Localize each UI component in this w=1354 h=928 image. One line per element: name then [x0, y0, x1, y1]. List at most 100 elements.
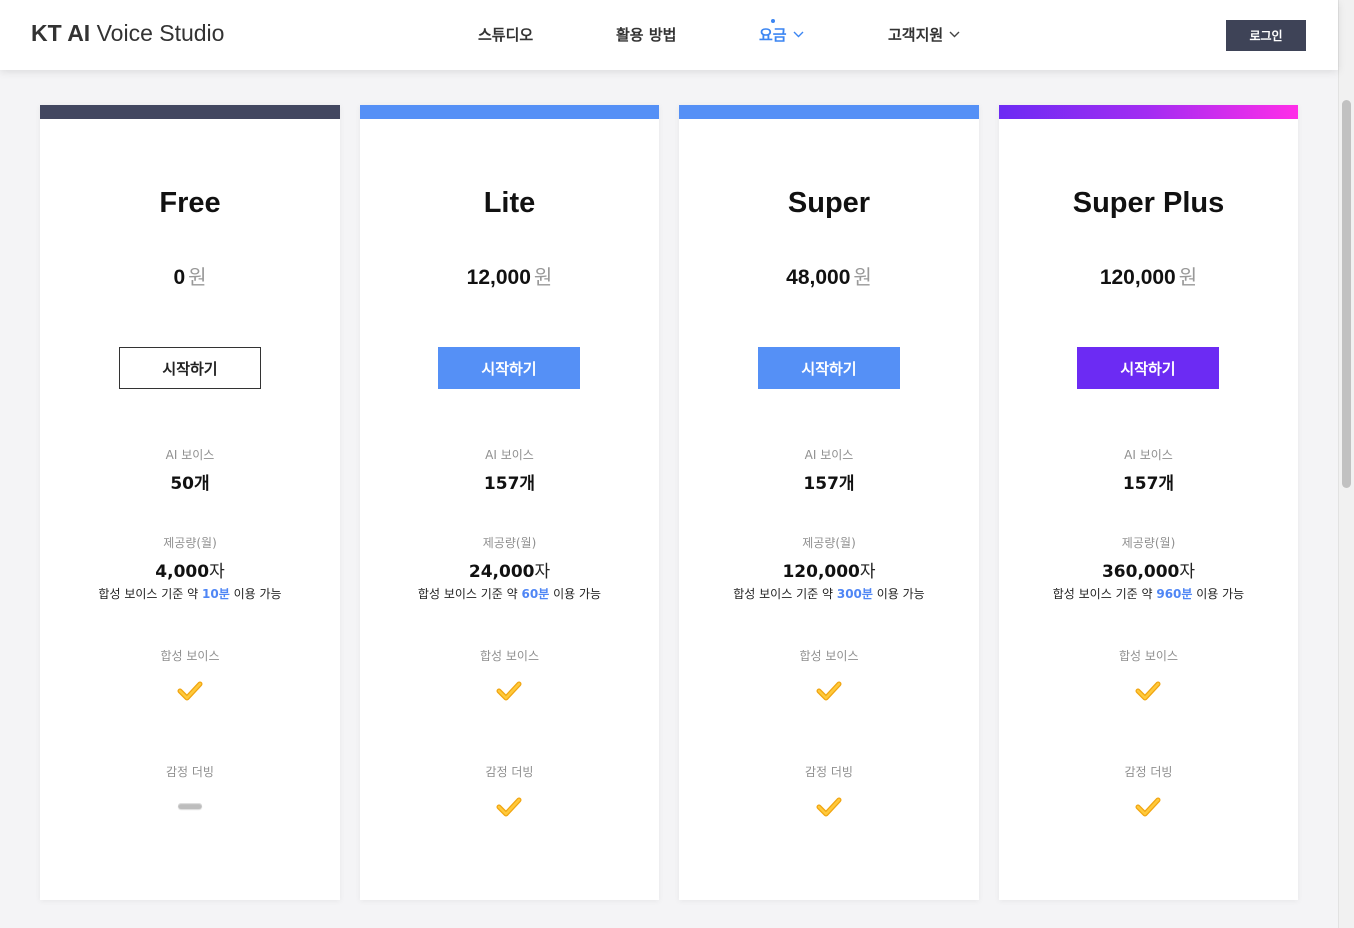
note-minutes: 300분 [836, 587, 873, 601]
check-icon [177, 681, 203, 701]
plan-color-bar [40, 105, 340, 119]
synth-voice-label: 합성 보이스 [1118, 649, 1178, 663]
price-amount: 12,000 [466, 266, 531, 289]
monthly-chars: 24,000자 [360, 557, 659, 582]
nav-item-howto[interactable]: 활용 방법 [616, 24, 676, 45]
note-suffix: 이용 가능 [549, 587, 602, 601]
ai-voice-number: 157 [483, 474, 520, 494]
usage-note: 합성 보이스 기준 약 60분 이용 가능 [360, 585, 659, 602]
scrollbar-thumb[interactable] [1342, 100, 1351, 488]
emotion-dub-label: 감정 더빙 [166, 765, 214, 779]
chevron-down-icon [793, 31, 804, 38]
monthly-label: 제공량(월) [802, 536, 856, 550]
plan-price: 12,000 원 [360, 261, 659, 290]
monthly-chars: 120,000자 [679, 557, 979, 582]
plan-color-bar [999, 105, 1298, 119]
ai-voice-number: 157 [1122, 474, 1159, 494]
start-button[interactable]: 시작하기 [119, 347, 261, 389]
ai-voice-number: 50 [170, 474, 195, 494]
price-currency: 원 [188, 265, 207, 289]
check-icon [496, 797, 522, 817]
price-amount: 48,000 [786, 266, 851, 289]
ai-voice-label: AI 보이스 [804, 448, 854, 462]
emotion-dub-label: 감정 더빙 [1124, 765, 1173, 779]
chars-unit: 자 [534, 562, 551, 582]
page-scrollbar[interactable] [1338, 0, 1354, 928]
note-minutes: 10분 [202, 587, 230, 601]
login-button[interactable]: 로그인 [1226, 20, 1306, 51]
chars-number: 360,000 [1101, 562, 1180, 582]
check-icon [1135, 681, 1161, 701]
plan-color-bar [679, 105, 979, 119]
main-nav: 스튜디오 활용 방법 요금 고객지원 [0, 0, 1338, 70]
plan-name: Lite [483, 187, 536, 219]
note-prefix: 합성 보이스 기준 약 [98, 587, 203, 601]
plan-price: 0원 [40, 261, 340, 290]
note-minutes: 60분 [521, 587, 550, 601]
note-minutes: 960분 [1156, 587, 1193, 601]
note-suffix: 이용 가능 [872, 587, 925, 601]
nav-item-studio[interactable]: 스튜디오 [478, 24, 533, 45]
ai-voice-unit: 개 [194, 474, 210, 494]
ai-voice-count: 157개 [360, 469, 659, 494]
ai-voice-number: 157 [803, 474, 839, 494]
start-button[interactable]: 시작하기 [438, 347, 580, 389]
chars-number: 24,000 [468, 562, 535, 582]
usage-note: 합성 보이스 기준 약 960분 이용 가능 [999, 585, 1298, 602]
chars-number: 120,000 [782, 562, 860, 582]
ai-voice-label: AI 보이스 [165, 448, 215, 462]
plan-name: Super [787, 187, 871, 219]
monthly-chars: 4,000자 [40, 557, 340, 582]
synth-voice-label: 합성 보이스 [479, 649, 539, 663]
price-currency: 원 [533, 265, 553, 289]
note-prefix: 합성 보이스 기준 약 [417, 587, 522, 601]
top-header: KT AI Voice Studio 스튜디오 활용 방법 요금 고객지원 로그… [0, 0, 1338, 70]
usage-note: 합성 보이스 기준 약 300분 이용 가능 [679, 585, 979, 602]
usage-note: 합성 보이스 기준 약 10분 이용 가능 [40, 585, 340, 602]
plan-card-super: Super 48,000 원 시작하기 AI 보이스 157개 제공량(월) 12… [679, 105, 979, 900]
note-suffix: 이용 가능 [1192, 587, 1245, 601]
synth-voice-label: 합성 보이스 [160, 649, 220, 663]
nav-label-pricing: 요금 [759, 26, 787, 44]
synth-voice-label: 합성 보이스 [799, 649, 859, 663]
monthly-chars: 360,000자 [999, 557, 1298, 582]
plan-card-super-plus: Super Plus 120,000 원 시작하기 AI 보이스 157개 제공량… [999, 105, 1298, 900]
monthly-label: 제공량(월) [1121, 536, 1176, 550]
price-amount: 0 [173, 266, 186, 289]
note-prefix: 합성 보이스 기준 약 [1052, 587, 1157, 601]
plan-name: Free [159, 187, 221, 219]
emotion-dub-label: 감정 더빙 [805, 765, 853, 779]
plan-price: 120,000 원 [999, 261, 1298, 290]
nav-label-howto: 활용 방법 [616, 26, 677, 44]
start-button[interactable]: 시작하기 [758, 347, 900, 389]
nav-item-pricing[interactable]: 요금 [759, 24, 804, 45]
check-icon [496, 681, 522, 701]
check-icon [816, 797, 842, 817]
plan-card-lite: Lite 12,000 원 시작하기 AI 보이스 157개 제공량(월) 24,… [360, 105, 659, 900]
ai-voice-unit: 개 [1158, 474, 1175, 494]
note-prefix: 합성 보이스 기준 약 [733, 587, 837, 601]
plan-color-bar [360, 105, 659, 119]
plan-card-free: Free 0원 시작하기 AI 보이스 50개 제공량(월) 4,000자 합성… [40, 105, 340, 900]
start-button[interactable]: 시작하기 [1077, 347, 1219, 389]
nav-item-support[interactable]: 고객지원 [888, 24, 960, 45]
price-currency: 원 [1178, 265, 1198, 289]
chars-number: 4,000 [155, 562, 210, 582]
price-amount: 120,000 [1099, 266, 1176, 289]
ai-voice-count: 50개 [40, 469, 340, 494]
price-currency: 원 [853, 265, 872, 289]
ai-voice-unit: 개 [519, 474, 536, 494]
monthly-label: 제공량(월) [482, 536, 537, 550]
active-indicator-dot [771, 19, 775, 23]
ai-voice-label: AI 보이스 [1124, 448, 1173, 462]
check-icon [1135, 797, 1161, 817]
plan-price: 48,000 원 [679, 261, 979, 290]
chevron-down-icon [949, 31, 960, 38]
chars-unit: 자 [1179, 562, 1196, 582]
emotion-dub-label: 감정 더빙 [485, 765, 534, 779]
monthly-label: 제공량(월) [163, 536, 217, 550]
ai-voice-count: 157개 [999, 469, 1298, 494]
note-suffix: 이용 가능 [229, 587, 282, 601]
chars-unit: 자 [209, 562, 225, 582]
ai-voice-label: AI 보이스 [485, 448, 534, 462]
